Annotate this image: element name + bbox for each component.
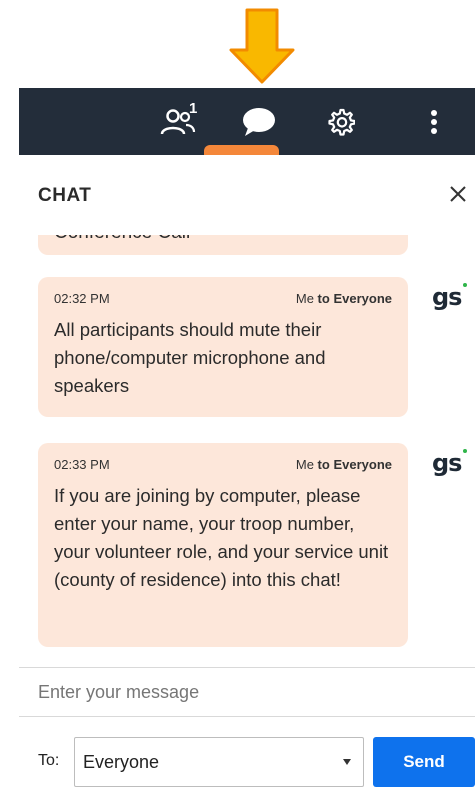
message-to-prefix: to — [317, 457, 330, 472]
chat-message: Conference Call — [38, 235, 408, 255]
chat-message-list[interactable]: Conference Call 02:32 PM Me to Everyone … — [19, 235, 475, 665]
close-chat-button[interactable] — [447, 183, 469, 205]
recipient-label: To: — [38, 752, 60, 769]
participants-count-badge: 1 — [189, 100, 198, 117]
message-sender: Me — [295, 291, 314, 306]
recipient-selected-value: Everyone — [83, 751, 160, 772]
close-icon — [450, 186, 466, 202]
message-text: Conference Call — [54, 235, 190, 247]
send-button[interactable]: Send — [373, 737, 475, 787]
divider — [19, 716, 475, 717]
message-recipient: Everyone — [333, 291, 392, 306]
chevron-down-icon — [343, 759, 351, 765]
settings-button[interactable] — [319, 88, 363, 155]
annotation-arrow-icon — [229, 8, 295, 84]
sender-avatar: gs — [432, 283, 468, 311]
divider — [19, 667, 475, 668]
message-meta: 02:32 PM Me to Everyone — [54, 291, 392, 306]
more-options-button[interactable] — [419, 88, 449, 155]
leaf-icon — [463, 449, 468, 453]
sender-avatar: gs — [432, 449, 468, 477]
message-sender: Me — [295, 457, 314, 472]
message-route: Me to Everyone — [296, 291, 392, 306]
chat-message: 02:32 PM Me to Everyone All participants… — [38, 277, 408, 417]
avatar-text: gs — [432, 283, 462, 311]
chat-message: 02:33 PM Me to Everyone If you are joini… — [38, 443, 408, 647]
recipient-select[interactable]: Everyone — [74, 737, 364, 787]
message-route: Me to Everyone — [296, 457, 392, 472]
message-recipient: Everyone — [333, 457, 392, 472]
message-meta: 02:33 PM Me to Everyone — [54, 457, 392, 472]
more-vertical-icon — [431, 109, 437, 134]
participants-button[interactable]: 1 — [149, 88, 209, 155]
chat-title: CHAT — [38, 185, 92, 206]
message-to-prefix: to — [317, 291, 330, 306]
message-input[interactable] — [19, 670, 459, 714]
message-text: If you are joining by computer, please e… — [54, 485, 389, 590]
gear-icon — [328, 108, 355, 136]
message-text: All participants should mute their phone… — [54, 319, 326, 396]
chat-header: CHAT — [19, 155, 475, 235]
message-time: 02:33 PM — [54, 457, 110, 472]
chat-icon — [243, 107, 275, 136]
message-time: 02:32 PM — [54, 291, 110, 306]
avatar-text: gs — [432, 449, 462, 477]
leaf-icon — [463, 283, 468, 287]
